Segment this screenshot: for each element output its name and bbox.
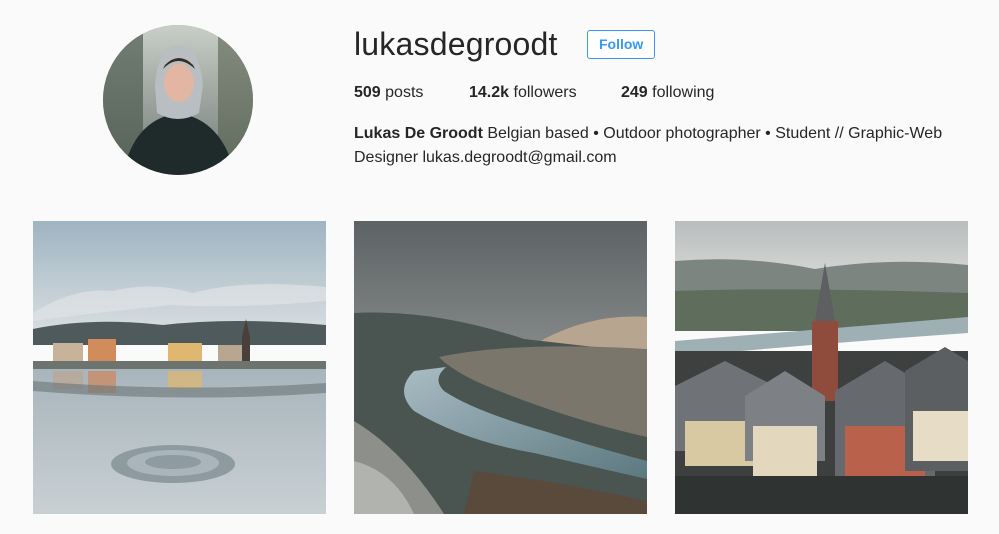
followers-label: followers (513, 84, 577, 101)
post-tile-2[interactable] (354, 221, 647, 514)
posts-stat: 509 posts (354, 83, 423, 103)
following-stat[interactable]: 249 following (621, 83, 714, 103)
profile-avatar[interactable] (103, 25, 253, 175)
following-label: following (652, 84, 715, 101)
post-tile-1[interactable] (33, 221, 326, 514)
full-name: Lukas De Groodt (354, 125, 483, 142)
profile-bio: Lukas De Groodt Belgian based • Outdoor … (354, 122, 974, 170)
post-tile-3[interactable] (675, 221, 968, 514)
posts-count: 509 (354, 84, 381, 101)
lake-reflection-photo-icon (33, 221, 326, 514)
following-count: 249 (621, 84, 648, 101)
posts-label: posts (385, 84, 424, 101)
town-church-photo-icon (675, 221, 968, 514)
avatar-photo-icon (103, 25, 253, 175)
follow-button[interactable]: Follow (587, 30, 656, 59)
followers-count: 14.2k (469, 84, 510, 101)
river-valley-photo-icon (354, 221, 647, 514)
followers-stat[interactable]: 14.2k followers (469, 83, 577, 103)
username: lukasdegroodt (354, 26, 558, 62)
